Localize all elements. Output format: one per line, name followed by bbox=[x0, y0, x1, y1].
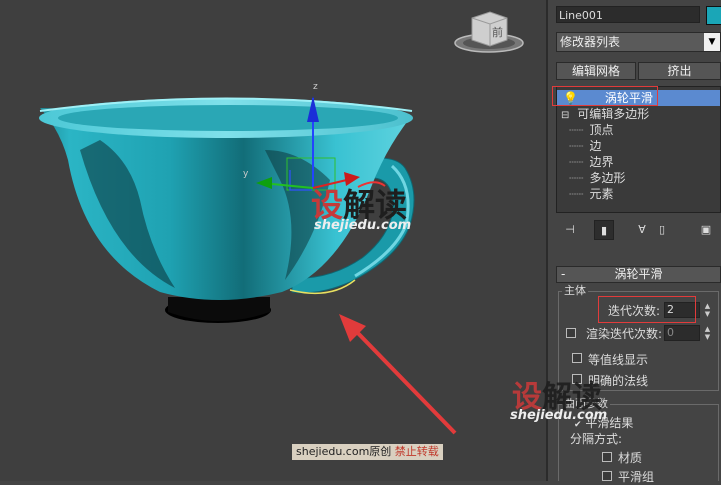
remove-modifier-icon[interactable]: ▯ bbox=[652, 220, 672, 240]
highlight-box-iterations bbox=[598, 296, 696, 323]
perspective-viewport[interactable]: 前 z y 设解读 shejiedu.com shejiedu.com原创 禁止… bbox=[0, 0, 546, 481]
render-iters-spinner[interactable]: ▲ ▼ bbox=[703, 325, 712, 341]
show-end-result-icon[interactable]: ▮ bbox=[594, 220, 614, 240]
viewcube[interactable]: 前 bbox=[454, 11, 524, 53]
smoothing-groups-checkbox[interactable] bbox=[602, 471, 612, 481]
collapse-icon[interactable]: ⊟ bbox=[561, 110, 569, 121]
highlight-box-stack bbox=[552, 86, 658, 106]
render-iters-input[interactable]: 0 bbox=[664, 325, 700, 341]
image-caption: shejiedu.com原创 禁止转载 bbox=[292, 444, 443, 460]
object-name-field[interactable]: Line001 bbox=[556, 6, 700, 23]
edit-mesh-button[interactable]: 编辑网格 bbox=[556, 62, 636, 80]
modifier-list-dropdown[interactable]: 修改器列表 ▼ bbox=[556, 32, 721, 52]
stack-subitem-edge[interactable]: ┄┄ 边 bbox=[557, 138, 720, 154]
render-iters-label: 渲染迭代次数: bbox=[586, 327, 663, 341]
extrude-button[interactable]: 挤出 bbox=[638, 62, 721, 80]
stack-subitem-border[interactable]: ┄┄ 边界 bbox=[557, 154, 720, 170]
viewcube-label: 前 bbox=[492, 25, 503, 39]
configure-sets-icon[interactable]: ▣ bbox=[696, 220, 716, 240]
iterations-spinner[interactable]: ▲ ▼ bbox=[703, 302, 712, 318]
smoothing-groups-label: 平滑组 bbox=[618, 470, 655, 484]
axis-label-z: z bbox=[313, 82, 318, 92]
main-group-label: 主体 bbox=[562, 284, 588, 297]
stack-item-editable-poly[interactable]: ⊟ 可编辑多边形 bbox=[557, 106, 720, 122]
chevron-down-icon[interactable]: ▼ bbox=[704, 33, 720, 51]
materials-checkbox[interactable] bbox=[602, 452, 612, 462]
axis-label-y: y bbox=[243, 169, 249, 179]
stack-subitem-polygon[interactable]: ┄┄ 多边形 bbox=[557, 170, 720, 186]
render-iters-checkbox[interactable] bbox=[566, 328, 576, 338]
isoline-display-checkbox[interactable] bbox=[572, 353, 582, 363]
modifier-list-label: 修改器列表 bbox=[560, 35, 621, 49]
viewport-scene: 前 z y bbox=[39, 11, 524, 435]
materials-label: 材质 bbox=[618, 451, 643, 465]
pin-stack-icon[interactable]: ⊣ bbox=[560, 220, 580, 240]
make-unique-icon[interactable]: ∀ bbox=[632, 220, 652, 240]
separate-by-label: 分隔方式: bbox=[570, 432, 623, 446]
stack-subitem-vertex[interactable]: ┄┄ 顶点 bbox=[557, 122, 720, 138]
panel-watermark-url: shejiedu.com bbox=[510, 408, 608, 423]
annotation-arrow bbox=[339, 314, 457, 435]
stack-subitem-element[interactable]: ┄┄ 元素 bbox=[557, 186, 720, 202]
watermark-url: shejiedu.com bbox=[314, 218, 412, 233]
modify-panel: Line001 修改器列表 ▼ 编辑网格 挤出 💡 涡轮平滑 ⊟ 可编辑多边形 … bbox=[510, 0, 721, 484]
isoline-display-label: 等值线显示 bbox=[588, 353, 649, 367]
turbosmooth-rollout-header[interactable]: - 涡轮平滑 bbox=[556, 266, 721, 283]
object-color-swatch[interactable] bbox=[706, 6, 721, 25]
stack-toolbar: ⊣ ▮ ∀ ▯ ▣ bbox=[556, 220, 721, 242]
